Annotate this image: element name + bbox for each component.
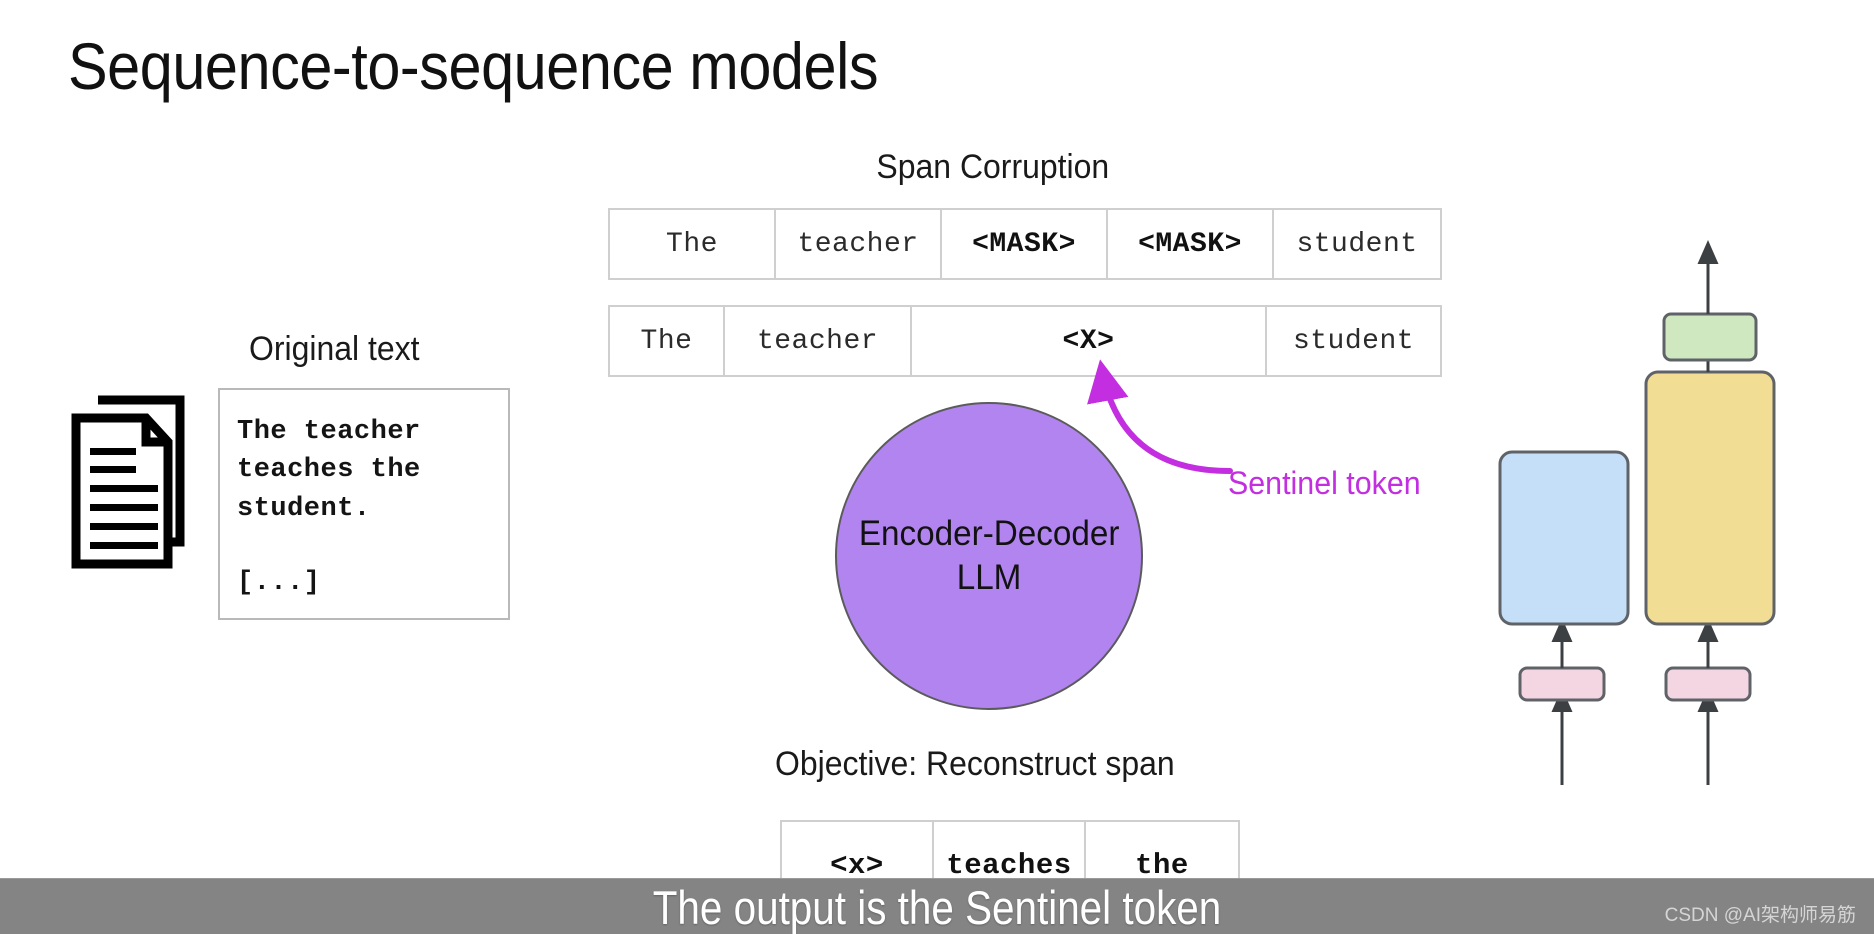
sentinel-token-label: Sentinel token [1228, 465, 1421, 501]
token-cell: The [610, 307, 725, 375]
documents-icon [71, 395, 185, 569]
original-text-label: Original text [249, 330, 420, 368]
sentinel-token-row: The teacher <X> student [608, 305, 1442, 377]
objective-label: Objective: Reconstruct span [775, 745, 1175, 783]
token-cell: The [610, 210, 776, 278]
token-cell: student [1296, 228, 1418, 260]
span-corruption-label: Span Corruption [876, 148, 1110, 186]
output-softmax-block [1662, 312, 1758, 362]
decoder-block [1644, 370, 1776, 626]
token-cell: <MASK> [1108, 210, 1274, 278]
token-cell: <MASK> [942, 210, 1108, 278]
llm-label-line-2: LLM [956, 558, 1022, 597]
encoder-block [1498, 450, 1630, 626]
watermark: CSDN @AI架构师易筋 [1664, 905, 1856, 926]
token-cell-sentinel: <X> [912, 307, 1267, 375]
token-cell: teacher [725, 307, 912, 375]
llm-label-line-1: Encoder-Decoder [858, 514, 1120, 554]
slide-canvas: Sequence-to-sequence models Original tex… [0, 0, 1874, 934]
encoder-embedding-block [1518, 666, 1606, 702]
caption-text: The output is the Sentinel token [652, 881, 1222, 934]
decoder-embedding-block [1664, 666, 1752, 702]
page-title: Sequence-to-sequence models [68, 29, 879, 103]
original-text-content: The teacher teaches the student. [237, 417, 421, 524]
encoder-decoder-llm-node: Encoder-Decoder LLM [835, 402, 1143, 710]
token-cell: teacher [776, 210, 942, 278]
transformer-architecture-diagram [1498, 240, 1776, 785]
token-cell: student [1292, 325, 1415, 357]
masked-token-row: The teacher <MASK> <MASK> student [608, 208, 1442, 280]
original-text-ellipsis: [...] [237, 568, 321, 598]
